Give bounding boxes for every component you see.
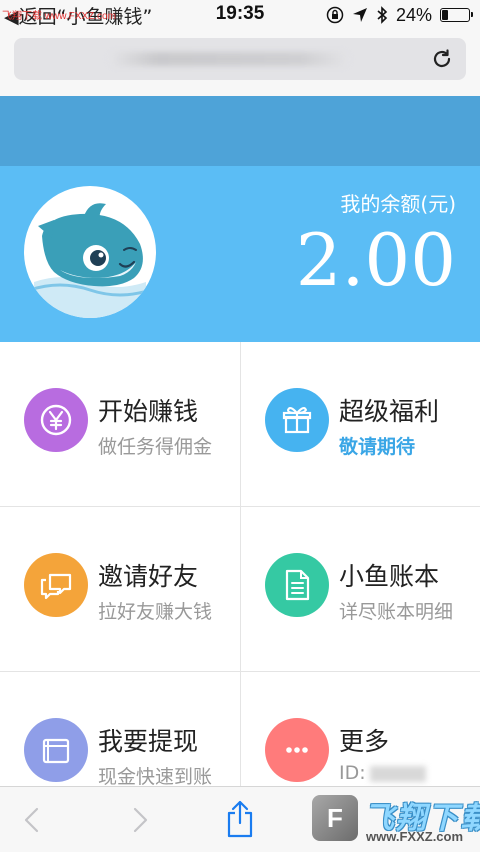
yen-coin-icon bbox=[40, 404, 72, 436]
watermark: F 飞翔下载 www.FXXZ.com bbox=[312, 793, 480, 845]
menu-icon-circle bbox=[24, 388, 88, 452]
menu-icon-circle bbox=[265, 718, 329, 782]
menu-item-subtitle: 做任务得佣金 bbox=[98, 436, 213, 458]
menu-item-more[interactable]: 更多 ID: bbox=[241, 672, 480, 786]
menu-item-title: 开始赚钱 bbox=[98, 397, 199, 426]
menu-item-start-earning[interactable]: 开始赚钱 做任务得佣金 bbox=[0, 342, 240, 506]
watermark-url: www.FXXZ.com bbox=[366, 829, 464, 844]
user-id-label: ID: bbox=[339, 762, 366, 784]
menu-item-subtitle: 拉好友赚大钱 bbox=[98, 601, 213, 623]
menu-item-subtitle: 现金快速到账 bbox=[98, 766, 213, 786]
menu-icon-circle bbox=[265, 388, 329, 452]
battery-fill bbox=[442, 10, 448, 20]
menu-item-title: 邀请好友 bbox=[98, 562, 199, 591]
back-chevron-icon[interactable] bbox=[18, 805, 48, 835]
watermark-logo: F bbox=[312, 795, 358, 841]
gift-icon bbox=[282, 407, 312, 434]
battery-icon bbox=[440, 8, 473, 22]
user-id-row: ID: bbox=[339, 762, 426, 784]
menu-icon-circle bbox=[24, 553, 88, 617]
browser-toolbar: F 飞翔下载 www.FXXZ.com bbox=[0, 786, 480, 852]
menu-item-subtitle: 详尽账本明细 bbox=[339, 601, 454, 623]
document-icon bbox=[285, 569, 310, 601]
menu-icon-circle bbox=[265, 553, 329, 617]
menu-icon-circle bbox=[24, 718, 88, 782]
address-url-redacted bbox=[109, 52, 349, 66]
chat-bubbles-icon bbox=[40, 573, 72, 600]
bluetooth-icon bbox=[377, 6, 388, 24]
share-icon[interactable] bbox=[224, 799, 256, 839]
user-id-redacted bbox=[369, 765, 426, 782]
browser-address-area bbox=[0, 30, 480, 96]
menu-item-withdraw[interactable]: 我要提现 现金快速到账 bbox=[0, 672, 240, 786]
dolphin-avatar[interactable] bbox=[24, 186, 156, 318]
menu-item-subtitle: 敬请期待 bbox=[339, 436, 416, 458]
orientation-lock-icon bbox=[326, 6, 344, 24]
status-right-group: 24% bbox=[326, 4, 473, 26]
menu-item-title: 小鱼账本 bbox=[339, 562, 440, 591]
forward-chevron-icon[interactable] bbox=[124, 805, 154, 835]
wallet-icon bbox=[42, 738, 70, 764]
menu-item-super-welfare[interactable]: 超级福利 敬请期待 bbox=[241, 342, 480, 506]
status-bar: ◀返回“小鱼赚钱” 飞翔下载 www.FXXZ.com 19:35 24% bbox=[0, 0, 480, 30]
balance-value: 2.00 bbox=[295, 218, 456, 302]
menu-item-title: 超级福利 bbox=[339, 397, 440, 426]
reload-icon[interactable] bbox=[430, 47, 454, 71]
balance-label: 我的余额(元) bbox=[340, 192, 456, 216]
address-bar[interactable] bbox=[14, 38, 466, 80]
menu-item-invite-friends[interactable]: 邀请好友 拉好友赚大钱 bbox=[0, 507, 240, 671]
more-dots-icon bbox=[286, 747, 308, 753]
menu-item-title: 更多 bbox=[339, 727, 390, 756]
dolphin-avatar-icon bbox=[29, 203, 151, 318]
battery-percent: 24% bbox=[395, 4, 432, 25]
menu-item-title: 我要提现 bbox=[98, 727, 199, 756]
menu-item-fish-ledger[interactable]: 小鱼账本 详尽账本明细 bbox=[241, 507, 480, 671]
location-icon bbox=[352, 8, 367, 22]
balance-hero: 我的余额(元) 2.00 bbox=[0, 166, 480, 342]
header-band bbox=[0, 96, 480, 166]
menu-grid: 开始赚钱 做任务得佣金 超级福利 敬请期待 邀请好友 拉好友赚大钱 小鱼账本 详… bbox=[0, 342, 480, 786]
